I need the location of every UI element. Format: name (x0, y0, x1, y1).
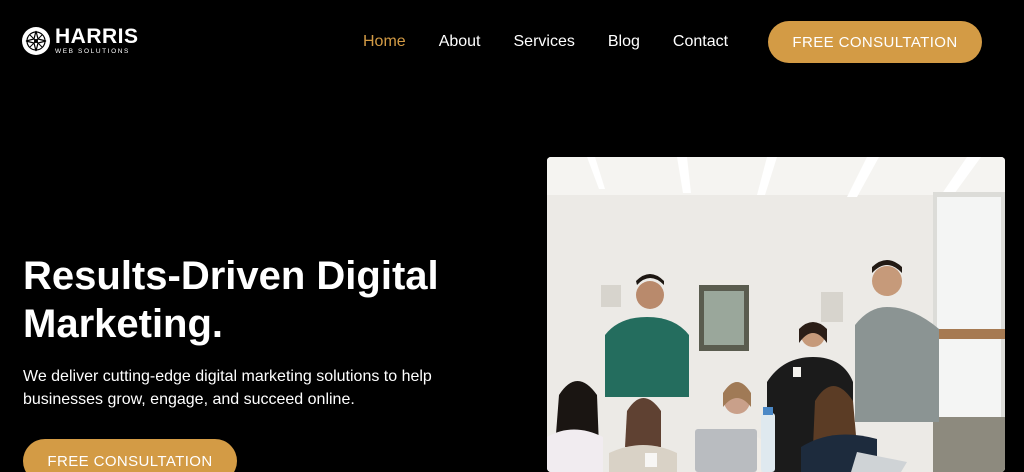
nav-home[interactable]: Home (363, 33, 406, 51)
header-consultation-button[interactable]: FREE CONSULTATION (768, 21, 982, 63)
hero-subtitle: We deliver cutting-edge digital marketin… (23, 365, 483, 411)
hero-title-line-1: Results-Driven Digital (23, 254, 439, 298)
nav-about[interactable]: About (439, 33, 481, 51)
nav-contact[interactable]: Contact (673, 33, 728, 51)
nav-blog[interactable]: Blog (608, 33, 640, 51)
team-meeting-illustration (547, 157, 1005, 472)
site-logo[interactable]: HARRIS WEB SOLUTIONS (22, 26, 139, 56)
team-meeting-photo (547, 157, 1005, 472)
hero-consultation-button[interactable]: FREE CONSULTATION (23, 439, 237, 472)
brand-name: HARRIS (55, 25, 139, 48)
main-nav: Home About Services Blog Contact (363, 33, 761, 51)
hero-subtitle-line-1: We deliver cutting-edge digital marketin… (23, 368, 432, 385)
hero-title: Results-Driven Digital Marketing. (23, 252, 493, 348)
brand-tagline: WEB SOLUTIONS (55, 48, 130, 55)
hero-title-line-2: Marketing. (23, 302, 224, 346)
compass-rose-icon (22, 26, 50, 55)
nav-services[interactable]: Services (514, 33, 575, 51)
hero-subtitle-line-2: businesses grow, engage, and succeed onl… (23, 391, 355, 408)
